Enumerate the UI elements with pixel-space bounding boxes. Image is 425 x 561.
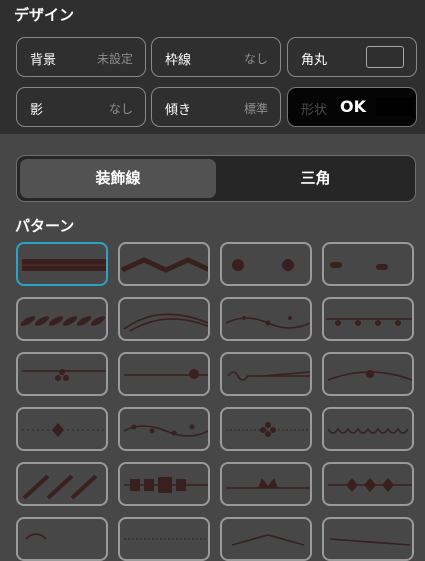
pattern-tile-partial-row-c[interactable] <box>220 517 312 561</box>
shape-preview-bar <box>376 98 414 116</box>
design-section-title: デザイン <box>14 6 75 24</box>
diagonal-slash-line-preview <box>22 474 98 500</box>
background-value: 未設定 <box>96 52 133 66</box>
arch-dot-line-preview <box>327 370 412 381</box>
pattern-tile-thick-band-line[interactable] <box>16 242 108 286</box>
partial-row-c-preview <box>231 534 305 546</box>
corner-radius-property-button[interactable]: 角丸 <box>287 37 417 77</box>
triple-dot-line-preview <box>22 369 106 381</box>
pattern-tile-flower-center-line[interactable] <box>220 407 312 451</box>
corner-radius-label: 角丸 <box>301 53 328 68</box>
pattern-tile-braid-leaf-line[interactable] <box>16 297 108 341</box>
border-value: なし <box>243 52 268 66</box>
type-segmented-control: 装飾線 三角 <box>16 155 416 202</box>
pattern-tile-crown-ornament-line[interactable] <box>220 462 312 506</box>
large-dot-pair-preview <box>232 259 294 271</box>
crown-ornament-line-preview <box>226 478 310 489</box>
shape-ok-label: OK <box>340 97 366 116</box>
tilt-property-button[interactable]: 傾き 標準 <box>151 87 281 127</box>
diamond-dot-line-preview <box>22 423 106 437</box>
partial-row-b-preview <box>124 538 208 540</box>
tab-decorative-line[interactable]: 装飾線 <box>20 159 216 198</box>
pattern-tile-center-dot-line[interactable] <box>118 352 210 396</box>
pattern-tile-diagonal-slash-line[interactable] <box>16 462 108 506</box>
shadow-property-button[interactable]: 影 なし <box>16 87 146 127</box>
shape-label: 形状 <box>301 103 328 118</box>
checker-block-line-preview <box>124 477 208 493</box>
pattern-tile-leafy-garland-line[interactable] <box>118 407 210 451</box>
shape-property-button[interactable]: 形状 OK <box>287 87 417 127</box>
triple-diamond-line-preview <box>328 478 412 492</box>
pattern-tile-triple-diamond-line[interactable] <box>322 462 414 506</box>
pattern-tile-zigzag-line[interactable] <box>118 242 210 286</box>
tilt-value: 標準 <box>243 102 268 116</box>
partial-row-d-preview <box>329 538 411 546</box>
pattern-tile-arch-dot-line[interactable] <box>322 352 414 396</box>
lace-fleur-line-preview <box>326 318 412 326</box>
border-label: 枠線 <box>165 53 192 68</box>
zigzag-line-preview <box>120 257 208 273</box>
shadow-label: 影 <box>30 103 44 118</box>
background-property-button[interactable]: 背景 未設定 <box>16 37 146 77</box>
pattern-tile-diamond-dot-line[interactable] <box>16 407 108 451</box>
flower-center-line-preview <box>226 422 310 437</box>
pattern-tile-lace-fleur-line[interactable] <box>322 297 414 341</box>
pattern-tile-scallop-lace-line[interactable] <box>322 407 414 451</box>
pattern-tile-partial-row-a[interactable] <box>16 517 108 561</box>
swoosh-curve-line-preview <box>123 313 208 332</box>
vine-leaf-line-preview <box>225 316 310 329</box>
dash-pair-preview <box>330 262 388 270</box>
thick-band-line-preview <box>22 259 106 271</box>
braid-leaf-line-preview <box>20 316 106 326</box>
tilt-label: 傾き <box>165 103 192 118</box>
leafy-garland-line-preview <box>123 424 208 437</box>
pattern-tile-triple-dot-line[interactable] <box>16 352 108 396</box>
swirl-curl-line-preview <box>227 371 310 381</box>
border-property-button[interactable]: 枠線 なし <box>151 37 281 77</box>
partial-row-a-preview <box>25 533 47 540</box>
corner-radius-swatch <box>366 46 404 68</box>
pattern-tile-vine-leaf-line[interactable] <box>220 297 312 341</box>
pattern-tile-partial-row-b[interactable] <box>118 517 210 561</box>
tab-triangle[interactable]: 三角 <box>218 159 413 198</box>
scallop-lace-line-preview <box>327 427 409 434</box>
background-label: 背景 <box>30 53 57 68</box>
pattern-tile-large-dot-pair[interactable] <box>220 242 312 286</box>
pattern-tile-checker-block-line[interactable] <box>118 462 210 506</box>
shadow-value: なし <box>108 102 133 116</box>
center-dot-line-preview <box>124 369 208 379</box>
pattern-tile-partial-row-d[interactable] <box>322 517 414 561</box>
pattern-section-title: パターン <box>15 217 75 235</box>
pattern-tile-dash-pair[interactable] <box>322 242 414 286</box>
pattern-tile-swirl-curl-line[interactable] <box>220 352 312 396</box>
pattern-tile-swoosh-curve-line[interactable] <box>118 297 210 341</box>
